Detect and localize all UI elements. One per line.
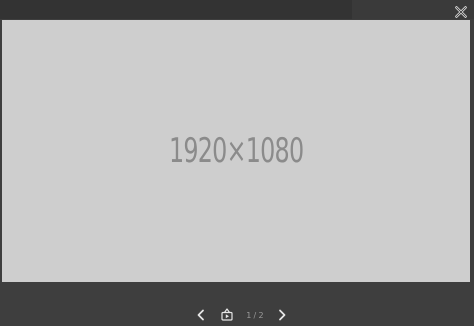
- top-bar-caption-area: [0, 0, 352, 19]
- image-stage[interactable]: 1920×1080: [2, 20, 470, 282]
- counter-current: 1: [246, 310, 252, 320]
- image-placeholder-label: 1920×1080: [168, 131, 304, 171]
- chevron-left-icon: [196, 306, 206, 325]
- previous-button[interactable]: [194, 307, 208, 323]
- slide-counter: 1 / 2: [242, 307, 268, 323]
- counter-total: 2: [258, 310, 264, 320]
- lightbox-viewer: 1920×1080 1 / 2: [0, 0, 474, 326]
- chevron-right-icon: [277, 306, 287, 325]
- top-bar: [0, 0, 474, 19]
- next-button[interactable]: [275, 307, 289, 323]
- close-icon: [454, 5, 468, 19]
- slideshow-play-icon: [221, 306, 233, 325]
- slideshow-button[interactable]: [220, 307, 234, 323]
- close-button[interactable]: [454, 5, 468, 19]
- navigation-controls: 1 / 2: [0, 307, 474, 323]
- counter-separator: /: [253, 310, 257, 320]
